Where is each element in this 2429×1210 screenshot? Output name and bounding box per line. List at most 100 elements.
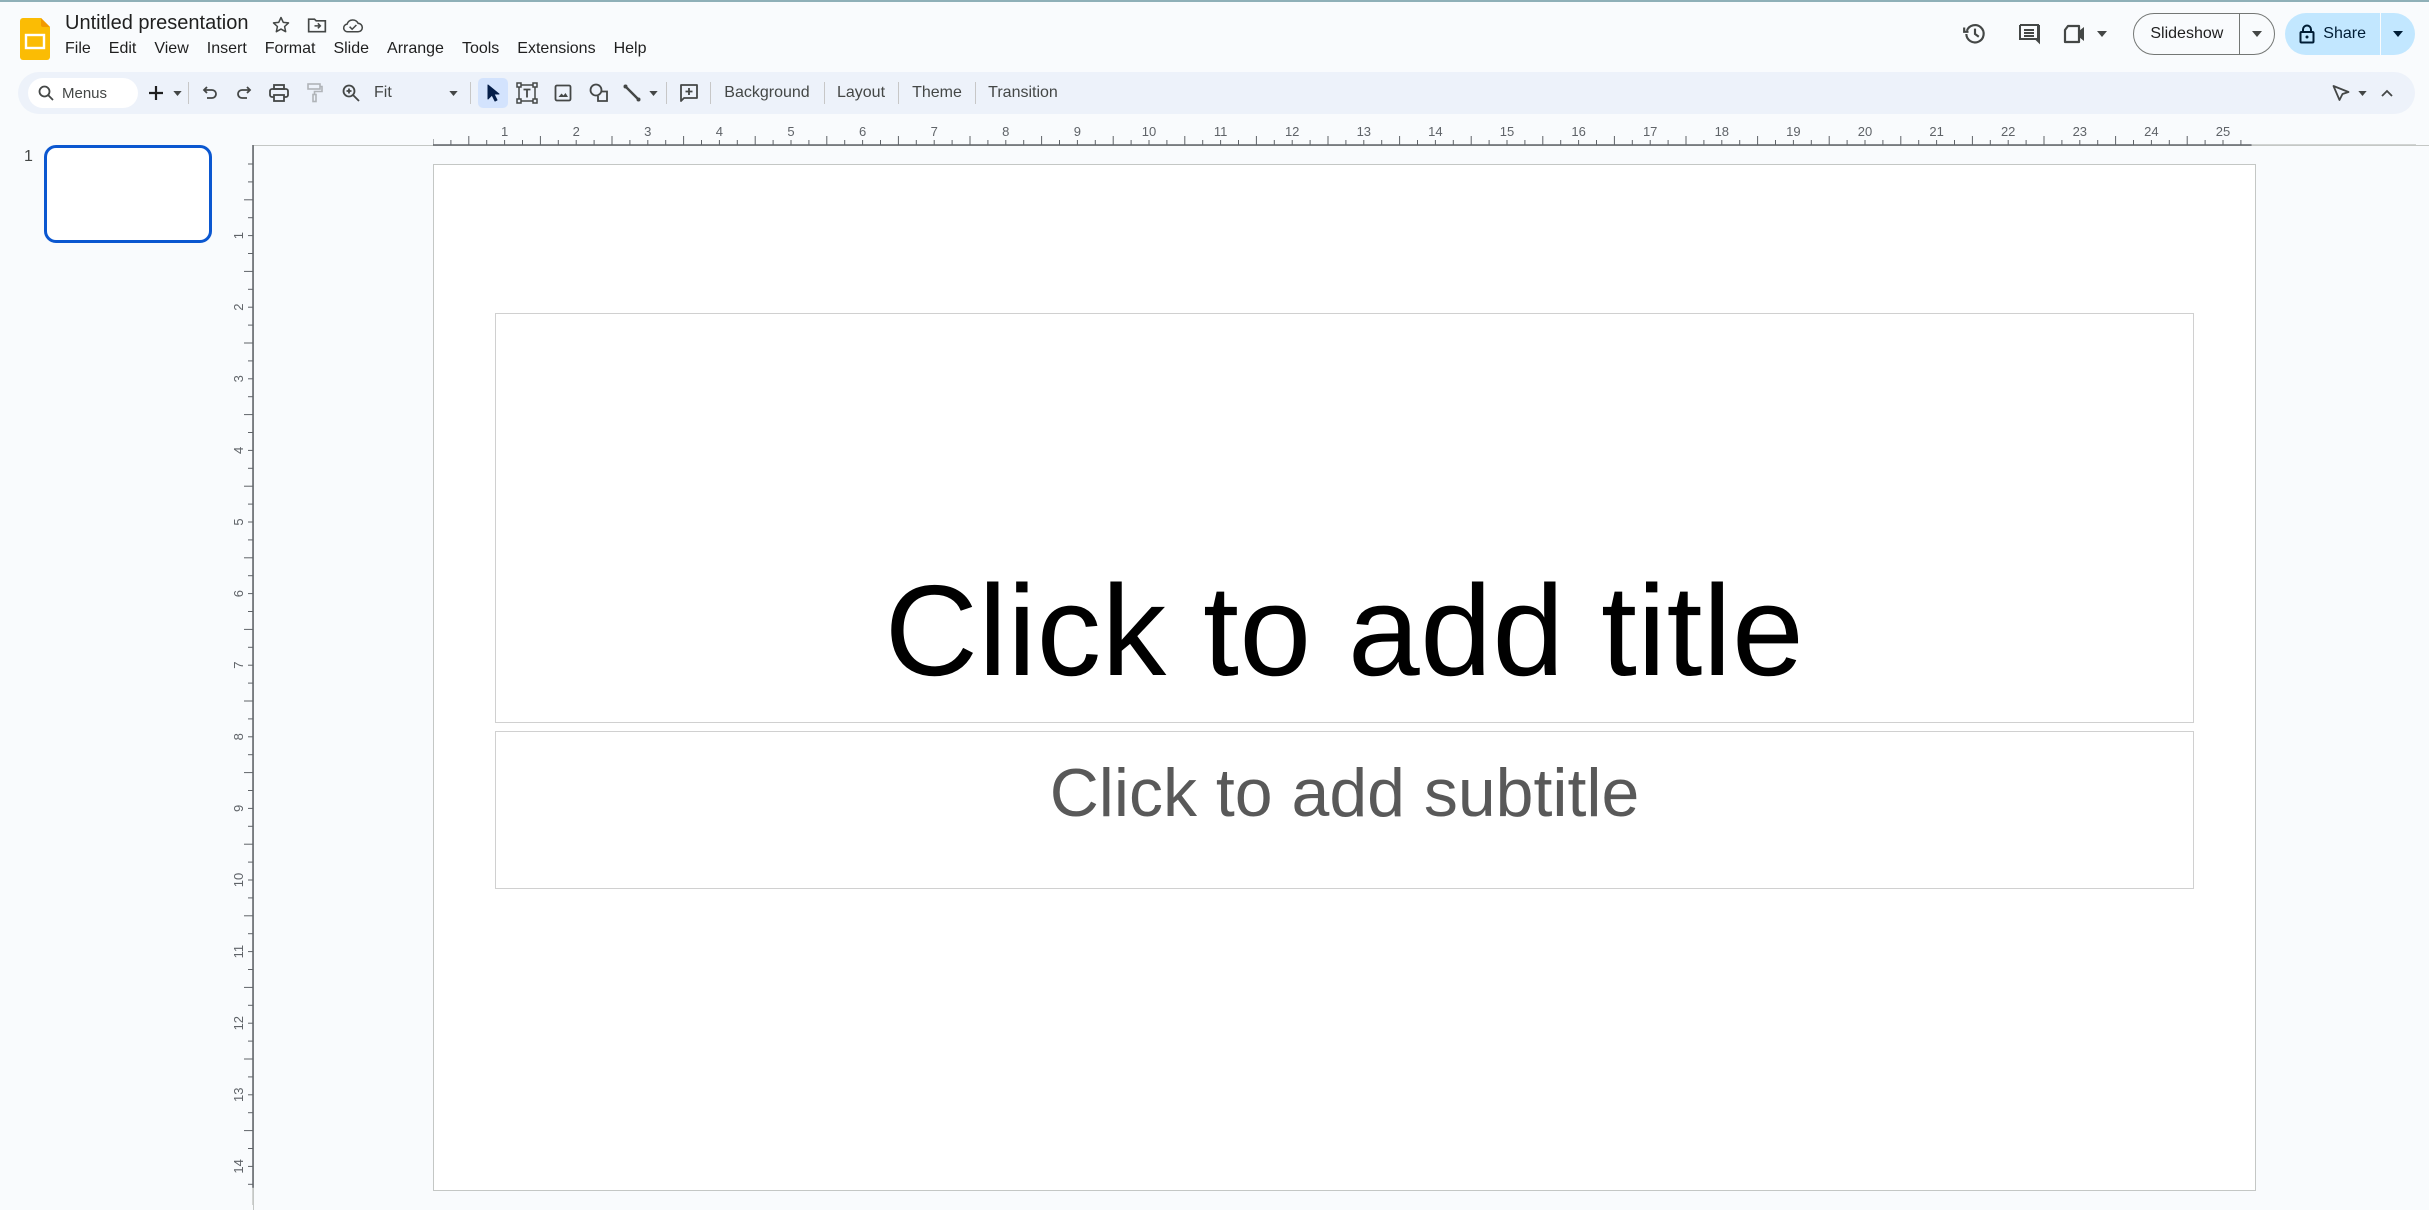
ruler-label: 6 [231, 590, 246, 597]
slideshow-button[interactable]: Slideshow [2134, 14, 2241, 54]
editing-mode-dropdown[interactable] [2354, 72, 2370, 114]
title-placeholder-text: Click to add title [884, 559, 1805, 703]
insert-image-button[interactable] [546, 72, 580, 114]
image-icon [554, 84, 572, 102]
ruler-label: 2 [231, 304, 246, 311]
print-button[interactable] [262, 72, 296, 114]
background-label: Background [724, 84, 810, 101]
theme-label: Theme [912, 84, 962, 101]
line-button[interactable] [618, 72, 646, 114]
subtitle-placeholder-text: Click to add subtitle [1049, 755, 1640, 831]
chevron-down-icon [2357, 90, 2367, 96]
add-comment-button[interactable] [672, 72, 706, 114]
new-slide-button[interactable] [142, 72, 170, 114]
ruler-label: 18 [1715, 124, 1729, 139]
ruler-label: 5 [787, 124, 794, 139]
redo-icon [236, 85, 252, 101]
move-to-folder-icon[interactable] [306, 14, 328, 36]
toolbar-divider [824, 82, 825, 104]
share-dropdown[interactable] [2381, 13, 2415, 55]
menu-extensions[interactable]: Extensions [508, 38, 604, 60]
lock-icon [2299, 24, 2315, 44]
zoom-select[interactable]: Fit [368, 72, 464, 114]
ruler-label: 23 [2073, 124, 2087, 139]
search-menus-input[interactable]: Menus [28, 78, 138, 108]
collapse-toolbar-button[interactable] [2374, 72, 2400, 114]
vertical-ruler[interactable]: 1234567891011121314 [225, 145, 254, 1205]
header-actions: Slideshow Share [1955, 13, 2429, 55]
window-top-border [0, 0, 2429, 2]
menu-tools[interactable]: Tools [453, 38, 508, 60]
ruler-label: 4 [231, 447, 246, 454]
ruler-label: 7 [931, 124, 938, 139]
menu-slide[interactable]: Slide [324, 38, 378, 60]
menu-view[interactable]: View [145, 38, 197, 60]
ruler-label: 14 [1428, 124, 1442, 139]
ruler-label: 9 [1074, 124, 1081, 139]
search-icon [38, 85, 54, 101]
chevron-down-icon [172, 90, 182, 96]
ruler-label: 20 [1858, 124, 1872, 139]
toolbar-divider [188, 82, 189, 104]
menu-format[interactable]: Format [256, 38, 325, 60]
title-placeholder[interactable]: Click to add title [495, 313, 2194, 723]
layout-button[interactable]: Layout [828, 72, 894, 114]
ruler-label: 8 [231, 733, 246, 740]
undo-button[interactable] [194, 72, 226, 114]
editing-mode-button[interactable] [2328, 72, 2354, 114]
text-box-icon [516, 82, 538, 104]
menu-arrange[interactable]: Arrange [378, 38, 453, 60]
star-icon[interactable] [270, 14, 292, 36]
transition-button[interactable]: Transition [980, 72, 1066, 114]
document-title[interactable]: Untitled presentation [65, 12, 248, 35]
ruler-label: 4 [716, 124, 723, 139]
line-type-dropdown[interactable] [644, 72, 662, 114]
toolbar: Menus Fit Background Layout Theme Transi… [18, 72, 2415, 114]
toolbar-divider [666, 82, 667, 104]
menu-bar: File Edit View Insert Format Slide Arran… [56, 38, 655, 60]
title-icons [270, 14, 364, 36]
meet-dropdown-icon [2097, 31, 2108, 37]
ruler-label: 10 [231, 873, 246, 887]
chevron-up-icon [2381, 89, 2393, 97]
menu-insert[interactable]: Insert [198, 38, 256, 60]
share-button[interactable]: Share [2285, 13, 2381, 55]
ruler-label: 21 [1929, 124, 1943, 139]
slide-canvas[interactable]: Click to add title Click to add subtitle [433, 164, 2256, 1191]
zoom-button[interactable] [334, 72, 368, 114]
menu-edit[interactable]: Edit [100, 38, 146, 60]
ruler-label: 25 [2216, 124, 2230, 139]
cloud-saved-icon[interactable] [342, 14, 364, 36]
slide-thumbnail[interactable] [44, 145, 212, 243]
shape-button[interactable] [582, 72, 616, 114]
chevron-down-icon [449, 90, 458, 96]
subtitle-placeholder[interactable]: Click to add subtitle [495, 731, 2194, 889]
cursor-arrow-icon [486, 84, 500, 102]
slide-number: 1 [24, 148, 33, 165]
select-tool-button[interactable] [478, 78, 508, 108]
text-box-button[interactable] [510, 72, 544, 114]
menu-file[interactable]: File [56, 38, 100, 60]
ruler-label: 13 [231, 1088, 246, 1102]
ruler-label: 19 [1786, 124, 1800, 139]
ruler-label: 24 [2144, 124, 2158, 139]
version-history-icon[interactable] [1955, 14, 1995, 54]
slides-logo-icon[interactable] [20, 18, 50, 60]
new-slide-layout-dropdown[interactable] [168, 72, 186, 114]
chevron-down-icon [2252, 31, 2263, 37]
add-comment-icon [679, 83, 699, 103]
print-icon [269, 84, 289, 102]
comments-icon[interactable] [2009, 14, 2049, 54]
theme-button[interactable]: Theme [902, 72, 972, 114]
toolbar-divider [710, 82, 711, 104]
paint-format-button[interactable] [298, 72, 332, 114]
chevron-down-icon [648, 90, 658, 96]
menu-help[interactable]: Help [605, 38, 656, 60]
background-button[interactable]: Background [716, 72, 818, 114]
meet-button[interactable] [2063, 24, 2108, 44]
ruler-label: 17 [1643, 124, 1657, 139]
slideshow-dropdown[interactable] [2240, 14, 2274, 54]
redo-button[interactable] [228, 72, 260, 114]
horizontal-ruler[interactable]: 1 2 3 4 5 6 7 8 9 10 11 12 13 14 15 16 17 18 19 20 21 22 23 24 2… [433, 120, 2416, 146]
ruler-label: 10 [1142, 124, 1156, 139]
